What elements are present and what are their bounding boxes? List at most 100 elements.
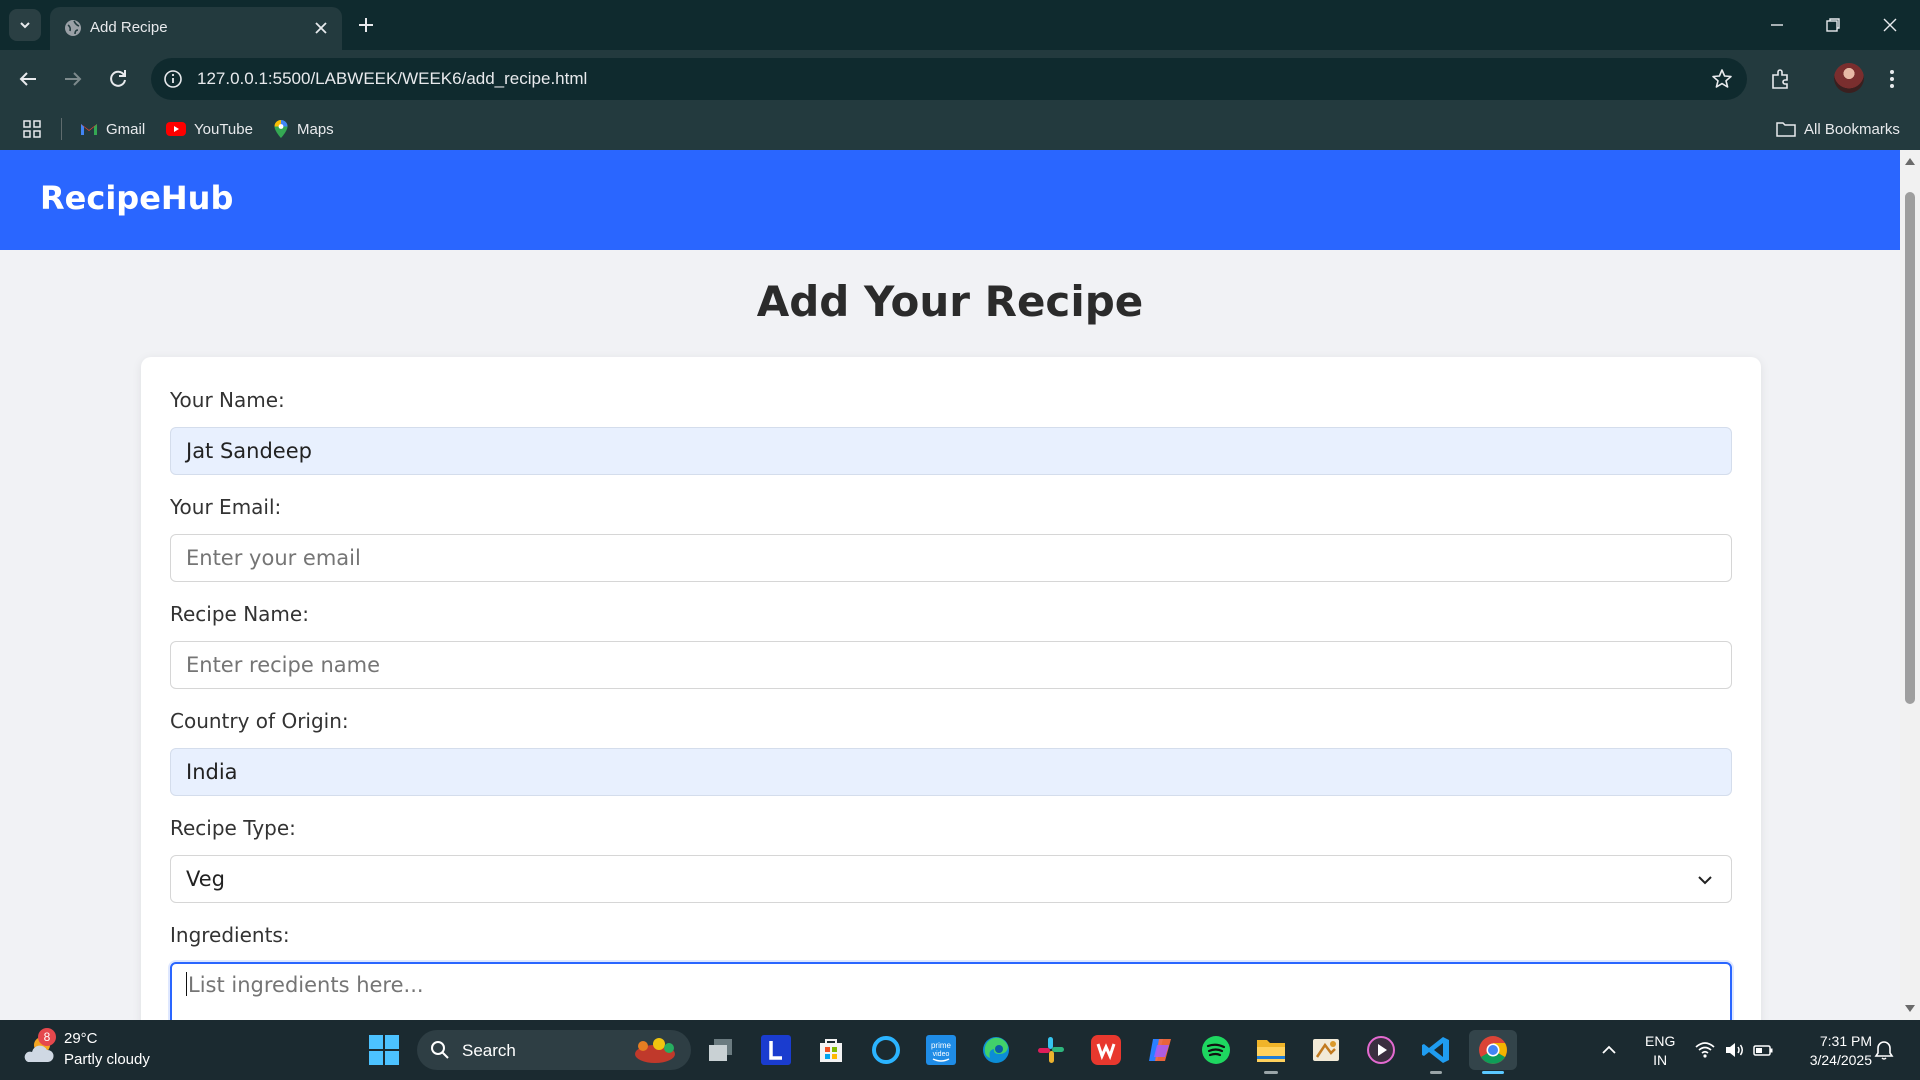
tab-search-button[interactable] (9, 9, 41, 41)
recipe-type-select[interactable]: Veg (170, 855, 1732, 903)
restore-icon[interactable] (1820, 12, 1846, 38)
windows-taskbar: 8 29°C Partly cloudy Search primevideo (0, 1020, 1920, 1080)
slack-icon (1038, 1037, 1064, 1063)
all-bookmarks-button[interactable]: All Bookmarks (1776, 117, 1900, 141)
microsoft-store-icon (820, 1039, 842, 1062)
wifi-icon[interactable] (1694, 1039, 1716, 1061)
clock-date: 3/24/2025 (1809, 1052, 1872, 1068)
spotify-app[interactable] (1196, 1030, 1236, 1070)
country-label: Country of Origin: (170, 709, 349, 733)
name-input[interactable]: Jat Sandeep (170, 427, 1732, 475)
cortana-app[interactable] (866, 1030, 906, 1070)
site-header: RecipeHub (0, 150, 1900, 250)
country-input-value: India (186, 760, 238, 784)
cortana-icon (872, 1036, 900, 1064)
prime-video-icon: primevideo (926, 1035, 956, 1065)
task-view-app[interactable] (701, 1030, 741, 1070)
menu-kebab-icon[interactable] (1882, 66, 1902, 92)
l-app-icon (761, 1035, 791, 1065)
reload-icon[interactable] (105, 66, 131, 92)
wps-office-app[interactable] (1086, 1030, 1126, 1070)
youtube-icon (166, 122, 186, 136)
task-view-icon (709, 1039, 732, 1061)
close-window-icon[interactable] (1877, 12, 1903, 38)
chrome-active-indicator (1482, 1071, 1504, 1074)
bookmark-youtube[interactable]: YouTube (166, 117, 253, 141)
notification-bell-icon[interactable] (1873, 1039, 1895, 1061)
scroll-down-icon[interactable] (1904, 1004, 1916, 1014)
bookmark-label: Gmail (106, 120, 146, 138)
file-explorer-app[interactable] (1251, 1030, 1291, 1070)
recipe-name-input[interactable]: Enter recipe name (170, 641, 1732, 689)
taskbar-search[interactable]: Search (417, 1030, 691, 1070)
slack-app[interactable] (1031, 1030, 1071, 1070)
file-explorer-running-indicator (1264, 1071, 1278, 1074)
address-bar[interactable]: 127.0.0.1:5500/LABWEEK/WEEK6/add_recipe.… (151, 58, 1747, 100)
scroll-up-icon[interactable] (1904, 156, 1916, 166)
close-tab-icon[interactable] (312, 19, 330, 37)
chrome-app[interactable] (1469, 1030, 1517, 1070)
windows-start-icon[interactable] (368, 1034, 400, 1066)
site-brand[interactable]: RecipeHub (40, 179, 233, 217)
recipe-name-label: Recipe Name: (170, 602, 309, 626)
page-scrollbar[interactable] (1900, 150, 1920, 1020)
search-highlight-icon (635, 1038, 675, 1063)
scrollbar-thumb[interactable] (1905, 192, 1915, 704)
l-app[interactable] (756, 1030, 796, 1070)
page-title: Add Your Recipe (756, 277, 1144, 326)
microsoft-store-app[interactable] (811, 1030, 851, 1070)
bookmark-star-icon[interactable] (1711, 68, 1733, 90)
edge-icon (983, 1037, 1009, 1063)
apps-grid-icon (23, 120, 41, 138)
forward-arrow-icon[interactable] (60, 66, 86, 92)
extensions-icon[interactable] (1768, 66, 1794, 92)
browser-tab-bar: Add Recipe (0, 0, 1920, 50)
taskbar-clock[interactable]: 7:31 PM 3/24/2025 (1788, 1032, 1872, 1070)
email-placeholder: Enter your email (186, 546, 361, 570)
name-label: Your Name: (170, 388, 285, 412)
active-tab[interactable]: Add Recipe (50, 7, 342, 50)
spotify-icon (1202, 1036, 1230, 1064)
wps-office-icon (1091, 1035, 1121, 1065)
copilot-app[interactable] (1141, 1030, 1181, 1070)
edge-app[interactable] (976, 1030, 1016, 1070)
ingredients-label: Ingredients: (170, 923, 290, 947)
media-player-app[interactable] (1361, 1030, 1401, 1070)
vscode-running-indicator (1430, 1071, 1442, 1074)
back-arrow-icon[interactable] (15, 66, 41, 92)
url-text: 127.0.0.1:5500/LABWEEK/WEEK6/add_recipe.… (197, 69, 588, 88)
chrome-icon (1479, 1036, 1507, 1064)
bookmark-maps[interactable]: Maps (273, 117, 334, 141)
email-input[interactable]: Enter your email (170, 534, 1732, 582)
language-line-2: IN (1653, 1052, 1668, 1068)
recipe-form-card: Your Name: Jat Sandeep Your Email: Enter… (141, 357, 1761, 1020)
vscode-icon (1422, 1037, 1449, 1063)
bookmark-gmail[interactable]: Gmail (80, 117, 145, 141)
new-tab-icon[interactable] (354, 13, 378, 37)
minimize-icon[interactable] (1764, 12, 1790, 38)
snipping-tool-app[interactable] (1306, 1030, 1346, 1070)
prime-video-app[interactable]: prime video (921, 1030, 961, 1070)
country-input[interactable]: India (170, 748, 1732, 796)
name-input-value: Jat Sandeep (186, 439, 312, 463)
apps-grid-button[interactable] (22, 117, 42, 141)
tab-title: Add Recipe (90, 19, 168, 36)
browser-toolbar: 127.0.0.1:5500/LABWEEK/WEEK6/add_recipe.… (0, 50, 1920, 108)
recipe-type-value: Veg (186, 867, 225, 891)
globe-icon (65, 20, 81, 36)
search-label: Search (462, 1041, 516, 1060)
language-indicator[interactable]: ENG IN (1645, 1032, 1675, 1070)
weather-temp: 29°C (64, 1030, 98, 1047)
maps-icon (274, 120, 288, 138)
media-player-icon (1367, 1036, 1395, 1064)
battery-icon[interactable] (1752, 1039, 1774, 1061)
snipping-icon (1313, 1039, 1339, 1061)
bookmark-label: YouTube (194, 120, 253, 138)
volume-icon[interactable] (1723, 1039, 1745, 1061)
profile-avatar[interactable] (1834, 63, 1864, 93)
site-info-icon[interactable] (163, 69, 183, 89)
vscode-app[interactable] (1416, 1030, 1456, 1070)
ingredients-textarea[interactable]: List ingredients here... (170, 962, 1732, 1020)
recipe-name-placeholder: Enter recipe name (186, 653, 380, 677)
tray-chevron-up-icon[interactable] (1598, 1040, 1620, 1060)
